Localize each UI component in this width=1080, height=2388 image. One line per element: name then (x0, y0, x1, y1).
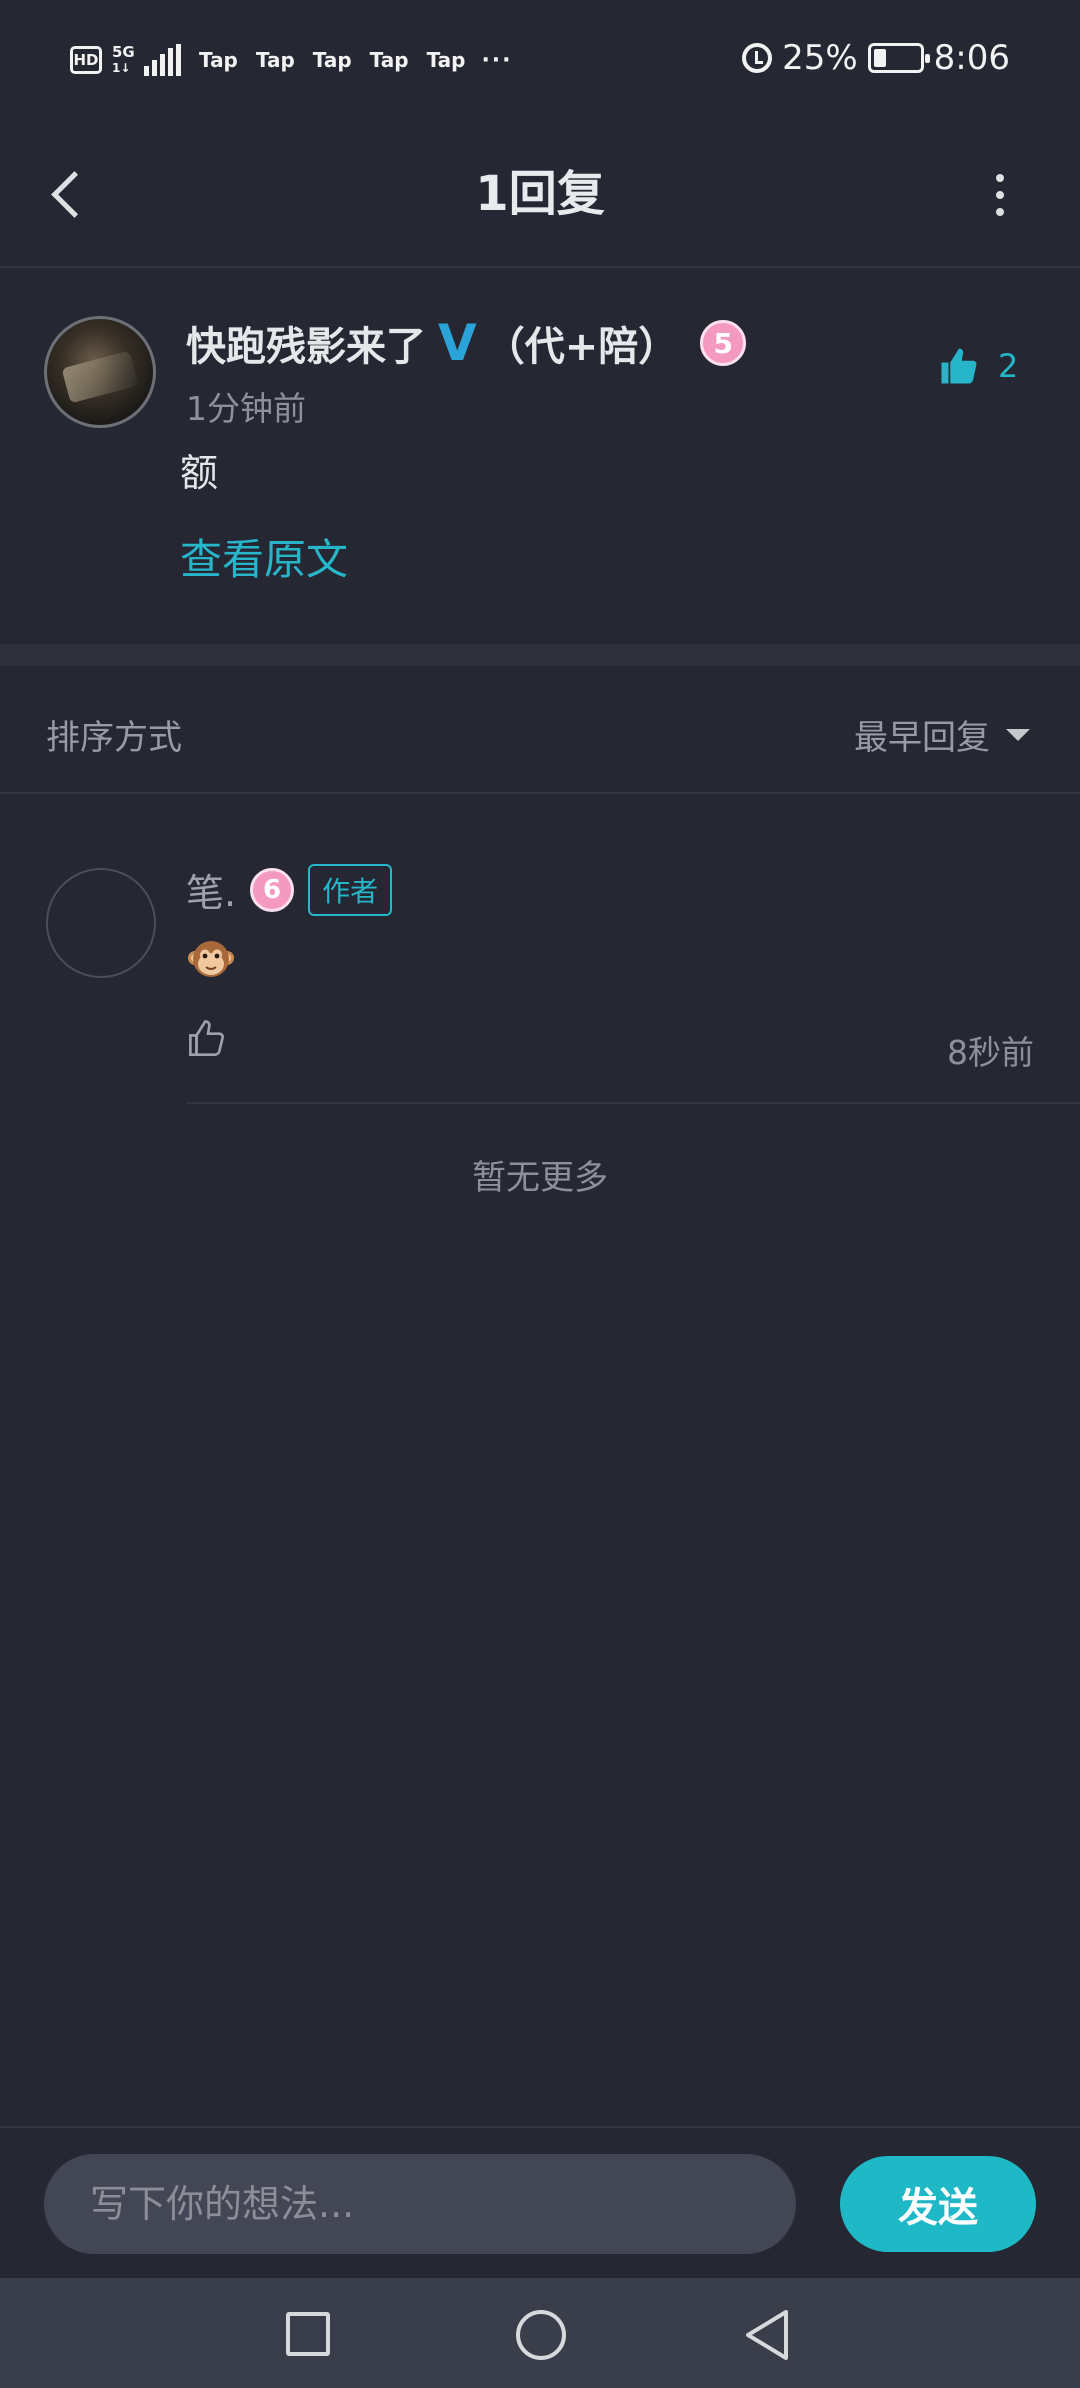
network-sub-label: 1↓ (112, 60, 131, 75)
like-count: 2 (998, 347, 1019, 385)
reply-header: 笔. 6 作者 (186, 862, 393, 917)
avatar[interactable] (46, 868, 156, 978)
verified-icon: V (438, 314, 477, 372)
main-comment: 快跑残影来了 V （代+陪） 5 1分钟前 额 查看原文 2 (0, 270, 1080, 644)
status-right: 25% 8:06 (742, 38, 1010, 78)
comment-content: 额 (180, 451, 219, 495)
author-badge: 作者 (308, 863, 393, 916)
thumbs-up-icon (941, 348, 977, 384)
recent-apps-icon[interactable] (286, 2312, 330, 2356)
more-notifications-icon: ··· (481, 47, 513, 73)
hd-icon: HD (70, 46, 102, 74)
notification-tap: Tap (426, 48, 466, 72)
monkey-emoji-icon (188, 941, 234, 977)
notification-tap: Tap (199, 48, 238, 72)
input-bar: 发送 (0, 2126, 1080, 2278)
level-badge: 6 (250, 867, 295, 912)
dot-icon (996, 208, 1004, 216)
send-button[interactable]: 发送 (840, 2156, 1036, 2252)
section-divider (0, 644, 1080, 666)
author-row: 快跑残影来了 V （代+陪） 5 (186, 314, 747, 372)
battery-percent: 25% (782, 38, 858, 78)
dot-icon (996, 191, 1004, 199)
clock: 8:06 (933, 38, 1010, 78)
sort-value: 最早回复 (854, 718, 990, 758)
like-button[interactable]: 2 (938, 344, 1018, 388)
status-bar: HD 5G 1↓ Tap Tap Tap Tap Tap ··· 25% 8:0… (0, 0, 1080, 130)
sort-label: 排序方式 (46, 718, 182, 758)
more-options-button[interactable] (980, 160, 1020, 230)
reply-author-name[interactable]: 笔. (186, 862, 236, 917)
comment-input[interactable] (44, 2154, 796, 2254)
reply-item: 笔. 6 作者 8秒前 (0, 796, 1080, 1104)
home-icon[interactable] (516, 2310, 566, 2360)
notification-tap: Tap (255, 48, 295, 72)
level-badge: 5 (700, 320, 747, 366)
system-nav-bar (0, 2278, 1080, 2388)
page-title: 1回复 (475, 166, 605, 222)
alarm-icon (742, 43, 773, 73)
reply-time: 8秒前 (947, 1033, 1034, 1072)
header: 1回复 (0, 130, 1080, 268)
sort-row: 排序方式 最早回复 (0, 666, 1080, 794)
caret-down-icon (1006, 728, 1030, 741)
author-suffix: （代+陪） (484, 324, 679, 370)
network-type: 5G 1↓ (112, 42, 135, 76)
notification-tap: Tap (369, 48, 409, 72)
signal-icon (144, 44, 181, 76)
battery-icon (867, 43, 930, 73)
list-end-text: 暂无更多 (472, 1158, 608, 1198)
view-original-link[interactable]: 查看原文 (180, 526, 348, 587)
dot-icon (996, 174, 1004, 182)
sort-dropdown[interactable]: 最早回复 (854, 710, 1030, 759)
comment-time: 1分钟前 (186, 389, 306, 428)
divider (186, 1102, 1080, 1104)
status-left: HD 5G 1↓ Tap Tap Tap Tap Tap ··· (70, 44, 513, 76)
back-triangle-icon[interactable] (742, 2308, 792, 2362)
avatar[interactable] (44, 316, 156, 428)
thumbs-up-outline-icon[interactable] (186, 1016, 228, 1060)
author-name[interactable]: 快跑残影来了 (186, 314, 426, 372)
notification-tap: Tap (312, 48, 352, 72)
network-label: 5G (112, 42, 135, 61)
